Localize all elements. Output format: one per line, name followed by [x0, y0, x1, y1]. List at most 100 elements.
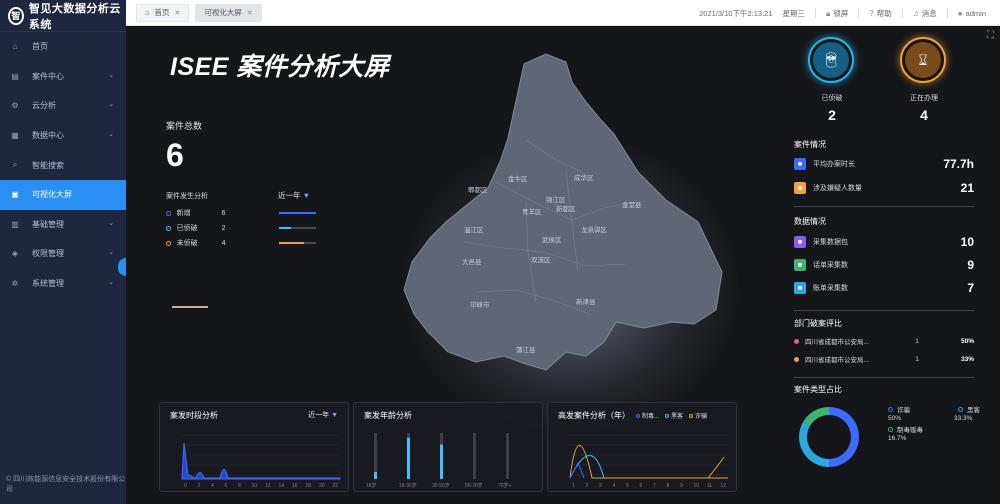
help-button[interactable]: ? 帮助	[869, 8, 891, 19]
info-row: ■ 采集数据包 10	[794, 235, 974, 249]
sidebar-item-label: 首页	[32, 42, 48, 52]
row-label: 涉及嫌疑人数量	[813, 185, 862, 192]
sidebar-item-label: 权限管理	[32, 249, 64, 259]
map-label: 新津县	[576, 297, 596, 306]
map-label: 金牛区	[508, 174, 528, 183]
app-title: 智见大数据分析云系统	[28, 2, 121, 31]
dept-name: 四川省成都市公安局...	[805, 357, 869, 364]
age-bar-track	[506, 433, 509, 479]
row-label: 已侦破	[176, 225, 198, 232]
case-type-title: 案件类型占比	[794, 385, 842, 394]
total-cases-label: 案件总数	[166, 121, 203, 131]
map-label: 成华区	[574, 173, 594, 182]
tick-label: 1	[572, 483, 575, 489]
frequent-case-chart: 1 2 3 4 5 6 7 8 9 10 11 12	[568, 434, 728, 489]
time-period-panel: 案发时段分析 近一年 ▼ 0 2 4 6 8 10 12 14 16 18 20 22	[159, 402, 349, 492]
sidebar-item[interactable]: ⚙ 云分析 ⌄	[0, 91, 126, 121]
sidebar-item[interactable]: ▤ 案件中心 ⌄	[0, 62, 126, 92]
user-icon: ●	[957, 8, 963, 18]
legend-item: 制毒...	[636, 411, 659, 420]
fullscreen-icon[interactable]: ⛶	[987, 30, 994, 41]
sidebar-item[interactable]: ◈ 权限管理 ⌄	[0, 239, 126, 269]
shield-icon: ◈	[11, 249, 19, 259]
status-dot	[166, 210, 171, 216]
map-label: 郫都区	[468, 185, 488, 194]
close-icon[interactable]: ✕	[247, 9, 253, 17]
tick-label: 20	[319, 483, 325, 489]
search-icon: ⌕	[12, 160, 18, 170]
close-icon[interactable]: ✕	[175, 9, 181, 17]
tick-label: 4	[613, 483, 616, 489]
status-dot	[166, 240, 171, 246]
sidebar-item[interactable]: ⌂ 首页	[0, 32, 126, 62]
range-select[interactable]: 近一年 ▼	[308, 410, 338, 420]
age-chart: 18岁 18-30岁 30-50岁 50-70岁 70岁+	[366, 433, 512, 489]
processing-circle: ⌛︎	[900, 37, 946, 83]
sidebar-item[interactable]: ▦ 数据中心 ⌄	[0, 121, 126, 151]
call-log-icon: ■	[794, 259, 806, 271]
dashboard-icon: ▣	[11, 190, 19, 200]
indicator-line	[172, 306, 208, 308]
age-bar	[407, 437, 410, 479]
row-label: 新增	[176, 210, 191, 217]
page-title: ISEE 案件分析大屏	[170, 53, 390, 81]
hourglass-icon: ⌛︎	[905, 42, 941, 78]
logo-icon: 智	[8, 6, 24, 25]
row-value: 21	[960, 181, 974, 195]
sidebar-nav: ⌂ 首页 ▤ 案件中心 ⌄ ⚙ 云分析 ⌄ ▦ 数据中心 ⌄ ⌕ 智能搜索 ▣ …	[0, 32, 126, 298]
rank-dot	[794, 338, 799, 344]
weekday: 星期三	[782, 8, 806, 18]
map-label: 新都区	[556, 204, 576, 213]
data-info-title: 数据情况	[794, 217, 826, 226]
user-menu[interactable]: ● admin	[958, 9, 986, 18]
row-count: 4	[221, 239, 226, 247]
bill-icon: ■	[794, 282, 806, 294]
solved-value: 2	[828, 107, 836, 123]
frequent-case-panel: 高发案件分析（年） 制毒... 黑客 诈骗 1 2 3 4 5 6 7 8 9 10 11 12	[547, 402, 737, 492]
analysis-icon: ⚙	[11, 101, 19, 111]
map-label: 武侯区	[542, 235, 562, 244]
tick-label: 4	[211, 483, 214, 489]
messages-button[interactable]: ♫ 消息	[913, 8, 937, 19]
range-select[interactable]: 近一年 ▼	[278, 190, 310, 201]
row-value: 77.7h	[943, 157, 974, 171]
sidebar-item-label: 数据中心	[32, 131, 64, 141]
tab-dashboard[interactable]: 可视化大屏 ✕	[195, 3, 262, 22]
tick-label: 18-30岁	[399, 482, 417, 489]
collapse-sidebar-handle[interactable]	[118, 258, 126, 276]
settings-icon: ▥	[11, 219, 19, 229]
police-icon: 👮︎	[813, 42, 849, 78]
tick-label: 10	[694, 483, 700, 489]
info-row: ■ 涉及嫌疑人数量 21	[794, 181, 974, 195]
tick-label: 18	[306, 483, 312, 489]
legend-item: 黑客 33.3%	[954, 407, 980, 422]
sidebar-item[interactable]: ▥ 基础管理 ⌄	[0, 210, 126, 240]
legend-item: 诈骗 50%	[888, 407, 910, 422]
processing-value: 4	[920, 107, 928, 123]
help-icon: ?	[869, 8, 874, 18]
row-value: 10	[960, 235, 974, 249]
dept-title: 部门破案评比	[794, 319, 842, 328]
tick-label: 3	[599, 483, 602, 489]
chevron-down-icon: ⌄	[108, 130, 114, 138]
sidebar-item[interactable]: ▣ 可视化大屏	[0, 179, 126, 210]
tick-label: 8	[667, 483, 670, 489]
sidebar-item[interactable]: ⌕ 智能搜索	[0, 150, 126, 180]
tick-label: 8	[238, 483, 241, 489]
progress-bar	[279, 242, 316, 244]
package-icon: ■	[794, 236, 806, 248]
time-period-area	[181, 442, 341, 480]
map-label: 双流区	[531, 255, 551, 264]
tick-label: 12	[721, 483, 727, 489]
panel-title: 高发案件分析（年）	[558, 411, 630, 420]
row-label: 平均办案时长	[813, 161, 855, 168]
tab-home[interactable]: ⌂ 首页 ✕	[136, 3, 190, 22]
lock-screen-button[interactable]: 🔒︎ 锁屏	[826, 8, 848, 19]
sidebar-item[interactable]: ✲ 系统管理 ⌄	[0, 269, 126, 299]
row-label: 采集数据包	[813, 239, 848, 246]
tick-label: 6	[225, 483, 228, 489]
tick-label: 5	[626, 483, 629, 489]
map-label: 青羊区	[522, 207, 542, 216]
chevron-down-icon: ⌄	[108, 101, 114, 109]
tick-label: 14	[279, 483, 285, 489]
